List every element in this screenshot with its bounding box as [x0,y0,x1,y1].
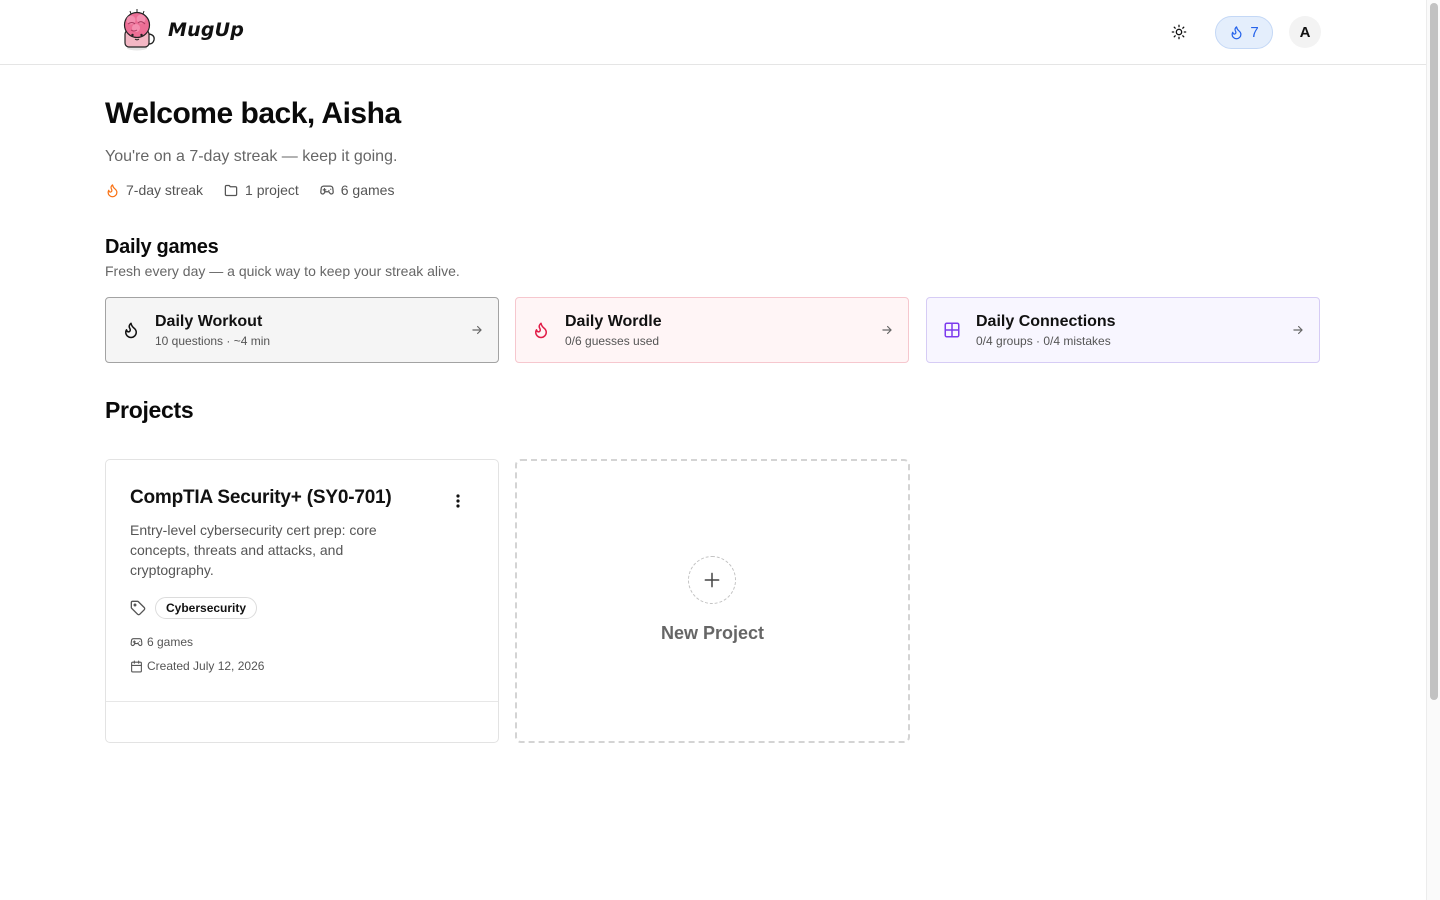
arrow-right-icon [882,325,892,335]
tag-icon [130,600,146,616]
page-title: Welcome back, Aisha [105,97,401,130]
arrow-right-icon [1293,325,1303,335]
project-tag[interactable]: Cybersecurity [155,597,258,619]
arrow-right-icon [472,325,482,335]
top-header: MugUp 7 A [0,0,1426,65]
flame-icon [1231,26,1242,40]
project-card-divider [106,701,498,702]
daily-workout-card[interactable]: Daily Workout 10 questions · ~4 min [105,297,499,363]
project-description: Entry-level cybersecurity cert prep: cor… [130,522,377,578]
project-tags: Cybersecurity [130,597,258,619]
user-avatar[interactable]: A [1289,16,1321,48]
app-name: MugUp [168,19,245,41]
calendar-icon [131,660,142,672]
avatar-initial: A [1299,23,1311,41]
stat-games: 6 games [319,182,395,198]
project-created-label: Created July 12, 2026 [147,659,265,673]
new-project-label: New Project [660,623,765,643]
stat-streak: 7-day streak [105,182,203,198]
streak-counter-button[interactable]: 7 [1215,16,1273,49]
folder-icon [224,184,238,196]
scrollbar-thumb[interactable] [1430,3,1438,700]
daily-wordle-card[interactable]: Daily Wordle 0/6 guesses used [515,297,909,363]
theme-toggle-button[interactable] [1163,16,1195,48]
sun-icon [1171,24,1187,40]
project-games-count: 6 games [130,635,193,649]
stat-projects-label: 1 project [245,182,299,198]
daily-wordle-meta: 0/6 guesses used [565,333,660,348]
flame-icon [535,322,547,339]
plus-icon [704,572,720,588]
page-scrollbar[interactable] [1426,0,1440,900]
daily-wordle-name: Daily Wordle [565,312,662,330]
gamepad-icon [130,637,143,646]
welcome-subtitle: You're on a 7-day streak — keep it going… [105,148,398,165]
daily-games-subtitle: Fresh every day — a quick way to keep yo… [105,263,460,279]
stats-row: 7-day streak 1 project 6 games [105,182,394,198]
daily-games-title: Daily games [105,236,219,258]
new-project-button[interactable]: New Project [515,459,910,743]
flame-icon [125,322,137,339]
more-vertical-icon [456,494,460,508]
project-card[interactable]: CompTIA Security+ (SY0-701) Entry-level … [105,459,499,743]
daily-connections-meta: 0/4 groups · 0/4 mistakes [976,333,1111,348]
flame-icon [107,183,118,197]
stat-projects: 1 project [223,182,299,198]
daily-workout-meta: 10 questions · ~4 min [155,333,271,348]
stat-streak-label: 7-day streak [126,182,204,198]
projects-title: Projects [105,397,194,423]
streak-count: 7 [1250,24,1259,41]
daily-connections-card[interactable]: Daily Connections 0/4 groups · 0/4 mista… [926,297,1320,363]
new-project-circle [688,556,736,604]
daily-wordle-text: Daily Wordle 0/6 guesses used [565,313,880,348]
daily-workout-name: Daily Workout [155,312,263,330]
page: MugUp 7 A Welcome back, Aisha You're on … [0,0,1426,900]
project-created-date: Created July 12, 2026 [130,659,264,673]
project-menu-button[interactable] [446,490,470,512]
gamepad-icon [319,184,334,195]
grid-icon [944,322,960,338]
stat-games-label: 6 games [340,182,395,198]
project-title: CompTIA Security+ (SY0-701) [130,487,392,508]
project-games-label: 6 games [147,635,194,649]
daily-connections-name: Daily Connections [976,312,1116,330]
logo[interactable]: MugUp [116,8,244,52]
daily-workout-text: Daily Workout 10 questions · ~4 min [155,313,470,348]
brain-mug-logo-icon [123,9,155,51]
daily-connections-text: Daily Connections 0/4 groups · 0/4 mista… [976,313,1291,348]
